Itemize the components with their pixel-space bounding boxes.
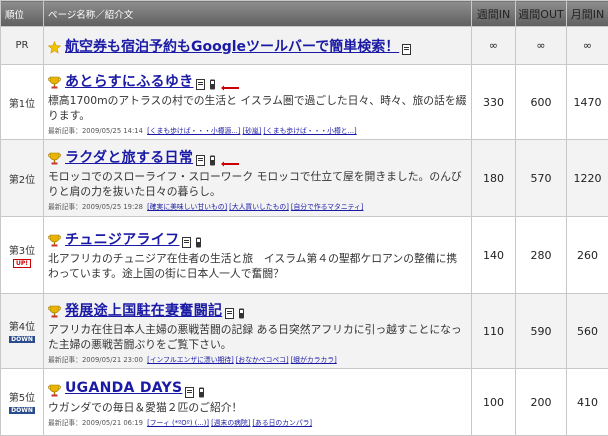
arrow-icon xyxy=(220,153,240,161)
article-link[interactable]: [自分で作るマタニティ] xyxy=(291,203,364,211)
week-out: 600 xyxy=(516,65,567,140)
week-out: 570 xyxy=(516,140,567,217)
month-in: 1220 xyxy=(567,140,608,217)
site-title-link[interactable]: 発展途上国駐在妻奮闘記 xyxy=(65,300,222,320)
article-link[interactable]: [くまも歩けば・・・小樽と...] xyxy=(263,127,356,135)
month-in: 560 xyxy=(567,294,608,369)
rank-label: 第4位 xyxy=(1,318,43,333)
article-link[interactable]: [おなかペコペコ] xyxy=(236,356,289,364)
month-in: 260 xyxy=(567,217,608,294)
rank-label: 第2位 xyxy=(1,171,43,186)
week-in: 180 xyxy=(472,140,516,217)
week-out: 200 xyxy=(516,369,567,436)
trophy-icon xyxy=(48,232,61,245)
site-description: 標高1700mのアトラスの村での生活と イスラム圏で過ごした日々、時々、旅の話を… xyxy=(48,93,467,123)
week-in: 140 xyxy=(472,217,516,294)
article-link[interactable]: [くまも歩けば・・・小樽源...] xyxy=(147,127,240,135)
latest-articles: 最新記事：2009/05/21 06:19 [フーィ (*ºOº) (...)]… xyxy=(48,417,467,427)
site-title-link[interactable]: あとらすにふるゆき xyxy=(65,71,193,91)
ranking-table: 順位 ページ名称／紹介文 週間IN 週間OUT 月間IN PR 航空券も宿泊予約… xyxy=(0,0,608,436)
mobile-icon xyxy=(194,233,203,244)
header-rank: 順位 xyxy=(1,1,44,27)
article-link[interactable]: [確実に美味しい甘いもの] xyxy=(147,203,227,211)
site-description: ウガンダでの毎日＆愛猫２匹のご紹介！ xyxy=(48,400,467,415)
trophy-icon xyxy=(48,74,61,87)
document-icon xyxy=(196,75,205,86)
article-link[interactable]: [蛾がカラカラ] xyxy=(291,356,337,364)
article-link[interactable]: [大人買いしたもの] xyxy=(229,203,289,211)
week-in: 330 xyxy=(472,65,516,140)
rank-change-badge: DOWN xyxy=(9,336,35,343)
pr-row: PR 航空券も宿泊予約もGoogleツールバーで簡単検索！ ∞ ∞ ∞ xyxy=(1,27,608,65)
site-title-link[interactable]: ラクダと旅する日常 xyxy=(65,147,193,167)
site-description: モロッコでのスローライフ・スローワーク モロッコで仕立て屋を開きました。のんびり… xyxy=(48,169,467,199)
header-week-in[interactable]: 週間IN xyxy=(472,1,516,27)
site-title-link[interactable]: UGANDA DAYS xyxy=(65,380,182,396)
month-in: 410 xyxy=(567,369,608,436)
latest-articles: 最新記事：2009/05/25 19:28 [確実に美味しい甘いもの][大人買い… xyxy=(48,201,467,211)
document-icon xyxy=(196,151,205,162)
latest-timestamp: 最新記事：2009/05/25 19:28 xyxy=(48,203,143,211)
week-in: 100 xyxy=(472,369,516,436)
mobile-icon xyxy=(208,75,217,86)
table-row: 第2位 ラクダと旅する日常 モロッコでのスローライフ・スローワーク モロッコで xyxy=(1,140,608,217)
mobile-icon xyxy=(197,383,206,394)
week-out: 590 xyxy=(516,294,567,369)
rank-cell: 第2位 xyxy=(1,140,44,217)
rank-cell: 第3位 UP! xyxy=(1,217,44,294)
rank-label: 第1位 xyxy=(1,95,43,110)
header-month-in[interactable]: 月間IN xyxy=(567,1,608,27)
latest-articles: 最新記事：2009/05/25 14:14 [くまも歩けば・・・小樽源...][… xyxy=(48,125,467,135)
document-icon xyxy=(185,383,194,394)
week-in: 110 xyxy=(472,294,516,369)
site-description: 北アフリカのチュニジア在住者の生活と旅 イスラム第４の聖都ケロアンの整備に携わっ… xyxy=(48,251,467,281)
pr-month-in: ∞ xyxy=(567,27,608,65)
pr-week-out: ∞ xyxy=(516,27,567,65)
document-icon xyxy=(182,233,191,244)
table-row: 第5位 DOWN UGANDA DAYS ウガンダでの毎日＆愛猫２匹のご紹介！ … xyxy=(1,369,608,436)
rank-cell: 第5位 DOWN xyxy=(1,369,44,436)
article-link[interactable]: [ある日のカンパラ] xyxy=(252,419,312,427)
document-icon xyxy=(225,304,234,315)
latest-timestamp: 最新記事：2009/05/21 23:00 xyxy=(48,356,143,364)
header-page: ページ名称／紹介文 xyxy=(44,1,472,27)
mobile-icon xyxy=(237,304,246,315)
article-link[interactable]: [フーィ (*ºOº) (...)] xyxy=(147,419,209,427)
article-link[interactable]: [週末の病院] xyxy=(211,419,250,427)
article-link[interactable]: [砂嵐] xyxy=(242,127,261,135)
week-out: 280 xyxy=(516,217,567,294)
table-row: 第1位 あとらすにふるゆき 標高1700mのアトラスの村での生活と イスラム圏 xyxy=(1,65,608,140)
latest-timestamp: 最新記事：2009/05/25 14:14 xyxy=(48,127,143,135)
month-in: 1470 xyxy=(567,65,608,140)
document-icon xyxy=(402,40,411,51)
pr-week-in: ∞ xyxy=(472,27,516,65)
trophy-icon xyxy=(48,303,61,316)
arrow-icon xyxy=(220,77,240,85)
star-icon xyxy=(48,39,61,52)
trophy-icon xyxy=(48,382,61,395)
latest-articles: 最新記事：2009/05/21 23:00 [インフルエンザに漂い期待][おなか… xyxy=(48,354,467,364)
pr-label: PR xyxy=(1,27,44,65)
rank-change-badge: UP! xyxy=(13,259,31,268)
table-header: 順位 ページ名称／紹介文 週間IN 週間OUT 月間IN xyxy=(1,1,608,27)
rank-label: 第5位 xyxy=(1,389,43,404)
latest-timestamp: 最新記事：2009/05/21 06:19 xyxy=(48,419,143,427)
rank-cell: 第1位 xyxy=(1,65,44,140)
rank-label: 第3位 xyxy=(1,242,43,257)
article-link[interactable]: [インフルエンザに漂い期待] xyxy=(147,356,234,364)
mobile-icon xyxy=(208,151,217,162)
pr-link[interactable]: 航空券も宿泊予約もGoogleツールバーで簡単検索！ xyxy=(65,36,399,56)
table-row: 第4位 DOWN 発展途上国駐在妻奮闘記 アフリカ在住日本人主婦の悪戦苦闘の記録… xyxy=(1,294,608,369)
site-description: アフリカ在住日本人主婦の悪戦苦闘の記録 ある日突然アフリカに引っ越すことになった… xyxy=(48,322,467,352)
rank-cell: 第4位 DOWN xyxy=(1,294,44,369)
rank-change-badge: DOWN xyxy=(9,407,35,414)
site-title-link[interactable]: チュニジアライフ xyxy=(65,229,179,249)
table-row: 第3位 UP! チュニジアライフ 北アフリカのチュニジア在住者の生活と旅 イスラ… xyxy=(1,217,608,294)
header-week-out[interactable]: 週間OUT xyxy=(516,1,567,27)
trophy-icon xyxy=(48,150,61,163)
